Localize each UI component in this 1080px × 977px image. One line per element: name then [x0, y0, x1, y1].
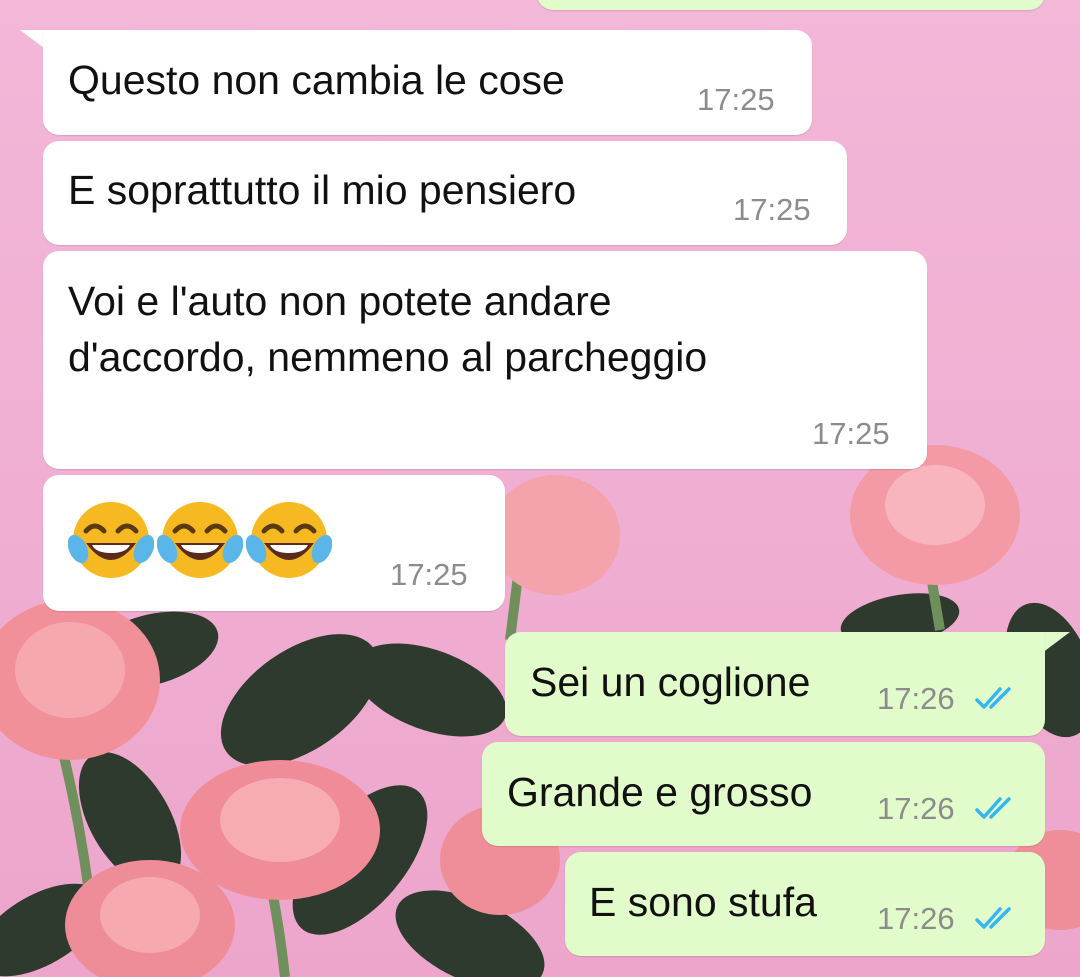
message-bubble-incoming[interactable]: 17:25: [43, 475, 505, 611]
message-bubble-outgoing[interactable]: Sei un coglione 17:26: [505, 632, 1045, 736]
message-bubble-outgoing-partial[interactable]: [537, 0, 1045, 10]
message-timestamp: 17:26: [877, 901, 955, 936]
message-text: E sono stufa: [589, 879, 817, 925]
message-timestamp: 17:25: [697, 82, 775, 117]
message-timestamp: 17:25: [390, 557, 468, 592]
message-text: Questo non cambia le cose: [68, 57, 565, 103]
message-timestamp: 17:26: [877, 681, 955, 716]
message-bubble-incoming[interactable]: Questo non cambia le cose 17:25: [43, 30, 812, 135]
message-text-line: Voi e l'auto non potete andare: [68, 278, 612, 324]
message-bubble-outgoing[interactable]: E sono stufa 17:26: [565, 852, 1045, 956]
message-bubble-incoming[interactable]: Voi e l'auto non potete andare d'accordo…: [43, 251, 927, 469]
face-with-tears-of-joy-icon: [157, 502, 243, 578]
message-text: E soprattutto il mio pensiero: [68, 167, 577, 213]
message-text: Sei un coglione: [530, 659, 811, 705]
message-timestamp: 17:26: [877, 791, 955, 826]
face-with-tears-of-joy-icon: [68, 502, 154, 578]
message-bubble-outgoing[interactable]: Grande e grosso 17:26: [482, 742, 1045, 846]
double-check-read-icon: [975, 797, 1011, 819]
message-text-line: d'accordo, nemmeno al parcheggio: [68, 334, 708, 380]
message-timestamp: 17:25: [812, 416, 890, 451]
face-with-tears-of-joy-icon: [246, 502, 332, 578]
message-bubble-incoming[interactable]: E soprattutto il mio pensiero 17:25: [43, 141, 847, 245]
double-check-read-icon: [975, 907, 1011, 929]
double-check-read-icon: [975, 687, 1011, 709]
message-timestamp: 17:25: [733, 192, 811, 227]
message-text: Grande e grosso: [507, 769, 813, 815]
